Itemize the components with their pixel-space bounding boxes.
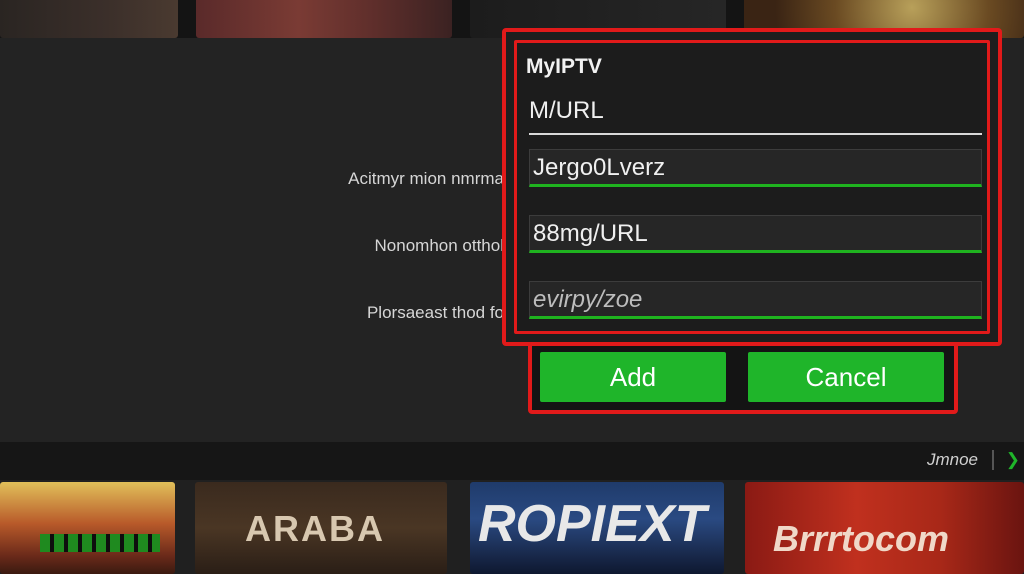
poster-tile[interactable]: ROPIEXT: [470, 482, 724, 574]
playlist-name-field[interactable]: Jergo0Lverz: [529, 149, 982, 187]
field-value: Jergo0Lverz: [533, 154, 666, 181]
epg-url-field[interactable]: evirpy/zoe: [529, 281, 982, 319]
poster-tile[interactable]: ARABA: [195, 482, 447, 574]
cancel-button[interactable]: Cancel: [748, 352, 944, 402]
divider: [992, 450, 994, 470]
green-arrow-icon[interactable]: ❯: [1006, 450, 1020, 470]
field-value: 88mg/URL: [533, 220, 648, 247]
poster-artwork: [40, 534, 160, 552]
url-label: M/URL: [529, 97, 604, 124]
url-divider: [529, 133, 982, 135]
poster-title: Brrrtocom: [773, 518, 950, 559]
poster-tile[interactable]: [0, 482, 175, 574]
add-playlist-dialog: MyIPTV M/URL Jergo0Lverz 88mg/URL evirpy…: [502, 28, 1002, 346]
dialog-body: MyIPTV M/URL Jergo0Lverz 88mg/URL evirpy…: [514, 40, 990, 334]
add-button[interactable]: Add: [540, 352, 726, 402]
side-label: Nonomhon otthol: [374, 236, 504, 255]
side-label: Acitmyr mion nmrma: [348, 169, 504, 188]
poster-tile[interactable]: Brrrtocom: [745, 482, 1024, 574]
app-root: Acitmyr mion nmrma Nonomhon otthol Plors…: [0, 0, 1024, 574]
dialog-button-row: Add Cancel: [528, 342, 958, 414]
dialog-title: MyIPTV: [526, 55, 602, 78]
top-thumbnail[interactable]: [196, 0, 452, 38]
field-value: evirpy/zoe: [533, 286, 643, 313]
poster-title: ARABA: [245, 508, 385, 549]
more-link[interactable]: Jmnoe: [927, 450, 978, 470]
bottom-section-header: [0, 442, 1024, 480]
top-thumbnail[interactable]: [0, 0, 178, 38]
playlist-url-field[interactable]: 88mg/URL: [529, 215, 982, 253]
side-label: Plorsaeast thod fo: [366, 303, 504, 322]
poster-title: ROPIEXT: [478, 495, 707, 553]
